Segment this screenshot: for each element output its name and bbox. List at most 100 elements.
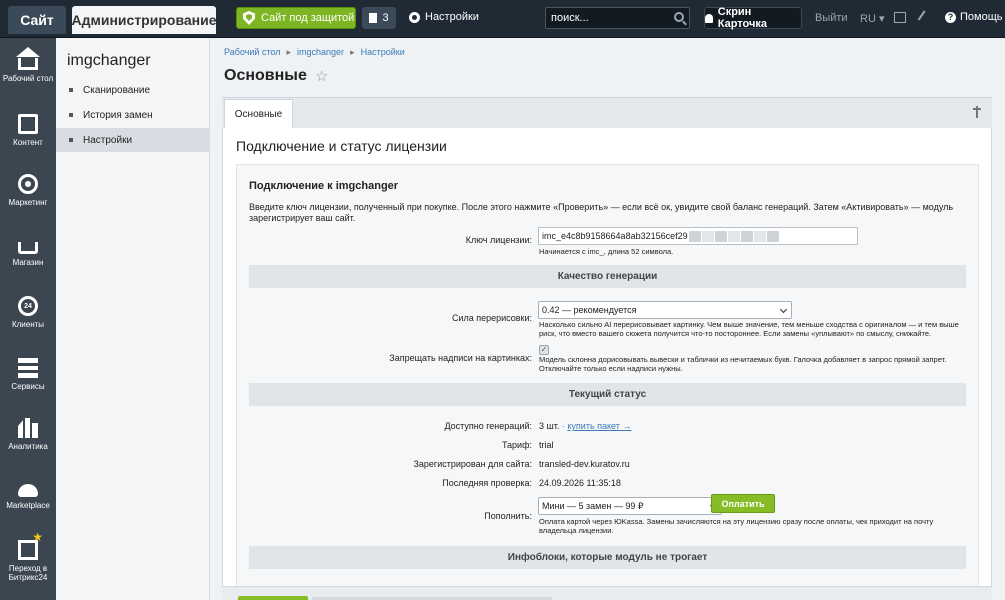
language-label: RU <box>860 13 876 25</box>
help-icon: ? <box>945 11 956 23</box>
nav-item-label: Магазин <box>12 258 44 267</box>
topup-select[interactable]: Мини — 5 замен — 99 ₽ <box>538 497 722 515</box>
section-title: Подключение и статус лицензии <box>236 138 447 154</box>
available-label: Доступно генераций: <box>444 421 532 431</box>
license-key-label: Ключ лицензии: <box>465 235 532 245</box>
settings-form: Подключение к imgchanger Введите ключ ли… <box>236 164 979 600</box>
topup-value: Мини — 5 замен — 99 ₽ <box>542 500 644 511</box>
breadcrumb: Рабочий стол ▸ imgchanger ▸ Настройки <box>224 47 405 58</box>
license-key-input[interactable]: imc_e4c8b9158664a8ab32156cef29 <box>538 227 858 245</box>
subnav-item-scanning[interactable]: Сканирование <box>56 78 209 102</box>
group-header-status: Текущий статус <box>249 383 966 406</box>
subnav-item-history[interactable]: История замен <box>56 103 209 127</box>
user-label: Скрин Карточка <box>717 6 767 30</box>
strength-hint: Насколько сильно AI перерисовывает карти… <box>539 320 959 338</box>
basket-icon <box>18 242 38 254</box>
nav-item-shop[interactable]: Магазин <box>0 234 56 267</box>
block-description: Введите ключ лицензии, полученный при по… <box>249 202 954 223</box>
nav-item-label: Контент <box>13 138 43 147</box>
layers-icon <box>18 358 38 378</box>
nav-item-label: Рабочий стол <box>2 74 54 83</box>
last-check-label: Последняя проверка: <box>442 478 532 488</box>
group-header-quality: Качество генерации <box>249 265 966 288</box>
pay-button[interactable]: Оплатить <box>711 494 775 513</box>
site-label: Зарегистрирован для сайта: <box>413 459 532 469</box>
flag-icon <box>369 13 378 23</box>
settings-link[interactable]: Настройки <box>409 11 479 23</box>
bottom-toolbar <box>222 586 992 600</box>
nav-item-services[interactable]: Сервисы <box>0 358 56 391</box>
notifications-button[interactable]: 3 <box>362 7 396 29</box>
breadcrumb-separator: ▸ <box>286 47 292 57</box>
target-icon <box>18 174 38 194</box>
redacted-block <box>714 230 727 242</box>
settings-label: Настройки <box>425 11 479 23</box>
forbid-text-checkbox[interactable]: ✓ <box>539 345 549 355</box>
license-key-value: imc_e4c8b9158664a8ab32156cef29 <box>542 231 688 241</box>
home-icon <box>16 47 40 70</box>
license-key-hint: Начинается с imc_, длина 52 символа. <box>539 247 674 256</box>
breadcrumb-item[interactable]: Рабочий стол <box>224 47 281 58</box>
shield-icon <box>243 11 255 25</box>
language-select[interactable]: RU ▾ <box>860 12 884 25</box>
logout-link[interactable]: Выйти <box>815 12 848 24</box>
site-protected-label: Сайт под защитой <box>261 12 355 24</box>
last-check-value: 24.09.2026 11:35:18 <box>539 478 621 488</box>
pin-icon[interactable] <box>917 10 932 25</box>
available-separator: · <box>561 421 565 431</box>
site-value: transled-dev.kuratov.ru <box>539 459 630 469</box>
bar-chart-icon <box>18 418 38 438</box>
document-icon <box>18 114 38 134</box>
user-icon <box>705 13 713 23</box>
chevron-down-icon <box>779 305 788 314</box>
redacted-block <box>753 230 766 242</box>
nav-item-content[interactable]: Контент <box>0 114 56 147</box>
nav-item-label: Аналитика <box>8 442 48 451</box>
cloud-icon <box>18 484 38 497</box>
pin-icon[interactable] <box>973 106 982 118</box>
nav-item-analytics[interactable]: Аналитика <box>0 418 56 451</box>
search-input[interactable] <box>546 8 666 28</box>
strength-value: 0.42 — рекомендуется <box>542 305 637 315</box>
redacted-block <box>766 230 779 242</box>
redacted-block <box>688 230 701 242</box>
search-icon[interactable] <box>674 12 684 22</box>
gear-icon <box>409 11 420 23</box>
breadcrumb-item[interactable]: Настройки <box>361 47 405 58</box>
subnav-item-settings[interactable]: Настройки <box>56 128 209 152</box>
nav-item-label: Переход в Битрикс24 <box>8 564 48 582</box>
nav-item-label: Маркетинг <box>8 198 48 207</box>
nav-item-desktop[interactable]: Рабочий стол <box>0 47 56 83</box>
star-icon[interactable]: ☆ <box>315 67 328 85</box>
redacted-block <box>740 230 753 242</box>
search-box <box>545 7 690 29</box>
nav-item-marketplace[interactable]: Marketplace <box>0 478 56 510</box>
breadcrumb-item[interactable]: imgchanger <box>297 47 344 58</box>
tariff-label: Тариф: <box>501 440 532 450</box>
nav-item-label: Marketplace <box>6 501 50 510</box>
user-button[interactable]: Скрин Карточка <box>704 6 802 30</box>
nav-item-bitrix24[interactable]: Переход в Битрикс24 <box>0 533 56 582</box>
strength-select[interactable]: 0.42 — рекомендуется <box>538 301 792 319</box>
clock-24-icon: 24 <box>18 296 38 316</box>
nav-item-label: Клиенты <box>11 320 45 329</box>
forbid-text-hint: Модель склонна дорисовывать вывески и та… <box>539 355 947 373</box>
screen-icon[interactable] <box>894 12 906 23</box>
top-bar: Сайт Администрирование Сайт под защитой … <box>0 0 1005 38</box>
bitrix24-icon <box>18 533 43 560</box>
group-header-infoblocks: Инфоблоки, которые модуль не трогает <box>249 546 966 569</box>
help-link[interactable]: ? Помощь <box>945 11 1003 23</box>
site-protected-button[interactable]: Сайт под защитой <box>236 7 356 29</box>
buy-package-link[interactable]: купить пакет → <box>567 421 631 431</box>
clock-24-glyph: 24 <box>24 302 32 310</box>
nav-item-clients[interactable]: 24 Клиенты <box>0 296 56 329</box>
tab-strip: Основные <box>222 97 992 129</box>
save-button[interactable] <box>238 596 308 600</box>
admin-tab[interactable]: Администрирование <box>72 6 217 34</box>
breadcrumb-separator: ▸ <box>350 47 355 57</box>
nav-item-marketing[interactable]: Маркетинг <box>0 174 56 207</box>
tab-main[interactable]: Основные <box>224 99 293 129</box>
sub-sidebar: imgchanger Сканирование История замен На… <box>56 38 210 600</box>
settings-panel: Подключение и статус лицензии Подключени… <box>222 128 992 600</box>
site-tab[interactable]: Сайт <box>8 6 66 34</box>
